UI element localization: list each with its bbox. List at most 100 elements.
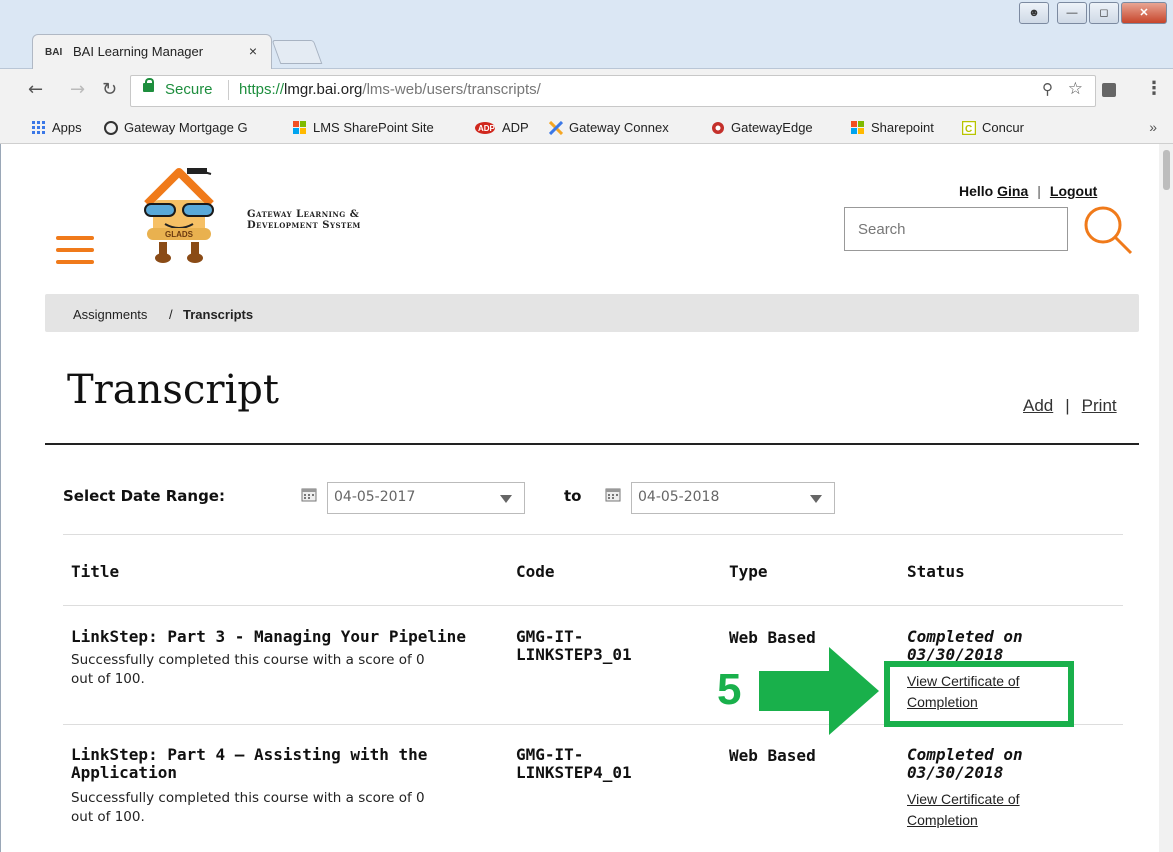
column-header-title: Title xyxy=(71,562,120,581)
table-divider xyxy=(63,605,1123,606)
vertical-scrollbar[interactable] xyxy=(1159,144,1173,852)
logo-wordmark: Gateway Learning & Development System xyxy=(247,209,361,231)
course-code: GMG-IT- LINKSTEP3_01 xyxy=(516,628,632,664)
bai-favicon-icon: BAI xyxy=(45,47,63,58)
svg-text:ADP: ADP xyxy=(478,124,496,133)
course-description-line: Successfully completed this course with … xyxy=(71,652,425,668)
highlight-box-annotation xyxy=(884,661,1074,727)
bookmark-sharepoint[interactable]: Sharepoint xyxy=(851,120,934,135)
concur-icon: C xyxy=(962,120,976,135)
bookmark-label: Apps xyxy=(52,120,82,135)
tab-close-icon[interactable]: × xyxy=(249,43,257,59)
bookmarks-overflow-icon[interactable]: » xyxy=(1149,119,1157,135)
course-code-line: GMG-IT- xyxy=(516,627,584,646)
bookmark-gateway-connex[interactable]: Gateway Connex xyxy=(549,120,669,135)
date-range-filter: Select Date Range: 04-05-2017 to 04-05-2… xyxy=(63,482,963,514)
windows-icon xyxy=(851,120,864,134)
bookmark-gateway-mortgage[interactable]: Gateway Mortgage G xyxy=(104,120,248,135)
reload-icon[interactable]: ↻ xyxy=(102,79,117,100)
logo-line-2: Development System xyxy=(247,220,361,231)
calendar-icon[interactable] xyxy=(605,486,621,502)
windows-icon xyxy=(293,120,306,134)
address-bar[interactable]: Secure https://lmgr.bai.org/lms-web/user… xyxy=(130,75,1096,107)
bookmark-label: ADP xyxy=(502,120,529,135)
bookmark-apps[interactable]: Apps xyxy=(32,120,82,135)
bookmark-label: LMS SharePoint Site xyxy=(313,120,434,135)
page-actions: Add | Print xyxy=(1023,396,1117,416)
bookmark-gatewayedge[interactable]: GatewayEdge xyxy=(711,120,813,135)
start-date-value: 04-05-2017 xyxy=(334,489,416,505)
extension-icon[interactable] xyxy=(1102,83,1116,97)
bookmark-label: Gateway Mortgage G xyxy=(124,120,248,135)
course-title[interactable]: LinkStep: Part 4 – Assisting with the Ap… xyxy=(71,746,427,782)
new-tab-button[interactable] xyxy=(271,40,323,64)
course-title[interactable]: LinkStep: Part 3 - Managing Your Pipelin… xyxy=(71,628,466,646)
bookmark-star-icon[interactable]: ☆ xyxy=(1068,79,1083,99)
view-certificate-link[interactable]: View Certificate of Completion xyxy=(907,789,1020,831)
bookmark-lms-sharepoint[interactable]: LMS SharePoint Site xyxy=(293,120,434,135)
forward-arrow-icon[interactable]: → xyxy=(70,79,85,100)
certificate-link-line: Completion xyxy=(907,812,978,828)
edge-icon xyxy=(712,121,724,134)
column-header-status: Status xyxy=(907,562,965,581)
header-divider: | xyxy=(1037,183,1041,199)
breadcrumb: Assignments / Transcripts xyxy=(45,294,1139,332)
breadcrumb-separator: / xyxy=(169,307,173,322)
zoom-icon[interactable]: ⚲ xyxy=(1042,80,1053,98)
table-divider xyxy=(63,534,1123,535)
course-description-line: out of 100. xyxy=(71,671,145,687)
print-link[interactable]: Print xyxy=(1082,396,1117,415)
chrome-menu-icon[interactable]: ⋮ xyxy=(1145,78,1163,99)
search-icon[interactable] xyxy=(1079,201,1135,257)
maximize-icon[interactable]: ◻ xyxy=(1089,2,1119,24)
bookmark-label: Sharepoint xyxy=(871,120,934,135)
start-date-select[interactable]: 04-05-2017 xyxy=(327,482,525,514)
add-link[interactable]: Add xyxy=(1023,396,1053,415)
breadcrumb-current: Transcripts xyxy=(183,307,254,322)
certificate-link-line: View Certificate of xyxy=(907,791,1020,807)
course-status: Completed on 03/30/2018 xyxy=(907,746,1023,782)
back-arrow-icon[interactable]: ← xyxy=(28,79,43,100)
end-date-select[interactable]: 04-05-2018 xyxy=(631,482,835,514)
step-number-annotation: 5 xyxy=(717,665,742,714)
column-header-type: Type xyxy=(729,562,768,581)
bookmark-label: Gateway Connex xyxy=(569,120,669,135)
course-description-line: Successfully completed this course with … xyxy=(71,790,425,806)
search-input[interactable]: Search xyxy=(844,207,1068,251)
close-window-icon[interactable]: ✕ xyxy=(1121,2,1167,24)
chevron-down-icon xyxy=(810,495,822,503)
breadcrumb-assignments[interactable]: Assignments xyxy=(73,307,147,322)
user-name-link[interactable]: Gina xyxy=(997,183,1028,199)
secure-label: Secure xyxy=(165,81,213,98)
date-range-label: Select Date Range: xyxy=(63,487,225,505)
course-description: Successfully completed this course with … xyxy=(71,651,425,689)
column-header-code: Code xyxy=(516,562,555,581)
bookmark-concur[interactable]: C Concur xyxy=(962,120,1024,135)
status-date: 03/30/2018 xyxy=(907,763,1004,782)
browser-tab[interactable]: BAI BAI Learning Manager × xyxy=(32,34,272,69)
profile-icon[interactable]: ☻ xyxy=(1019,2,1049,24)
browser-toolbar: ← → ↻ Secure https://lmgr.bai.org/lms-we… xyxy=(0,69,1173,113)
svg-text:C: C xyxy=(965,124,972,135)
address-separator xyxy=(228,80,229,100)
hamburger-menu-icon[interactable] xyxy=(56,236,94,264)
bookmarks-bar: Apps Gateway Mortgage G LMS SharePoint S… xyxy=(0,113,1173,144)
glads-mascot-logo: GLADS xyxy=(144,168,214,263)
calendar-icon[interactable] xyxy=(301,486,317,502)
chevron-down-icon xyxy=(500,495,512,503)
scrollbar-thumb[interactable] xyxy=(1163,150,1170,190)
course-description: Successfully completed this course with … xyxy=(71,789,425,827)
minimize-icon[interactable]: — xyxy=(1057,2,1087,24)
course-title-line: Application xyxy=(71,763,177,782)
bookmark-adp[interactable]: ADP ADP xyxy=(474,120,529,135)
url-text: https://lmgr.bai.org/lms-web/users/trans… xyxy=(239,81,541,98)
logo-badge-text: GLADS xyxy=(165,230,194,239)
lock-icon xyxy=(143,78,154,92)
course-type: Web Based xyxy=(729,746,816,765)
bookmark-label: Concur xyxy=(982,120,1024,135)
course-code-line: LINKSTEP3_01 xyxy=(516,645,632,664)
logout-link[interactable]: Logout xyxy=(1050,183,1097,199)
title-divider xyxy=(45,443,1139,445)
course-description-line: out of 100. xyxy=(71,809,145,825)
course-type: Web Based xyxy=(729,628,816,647)
